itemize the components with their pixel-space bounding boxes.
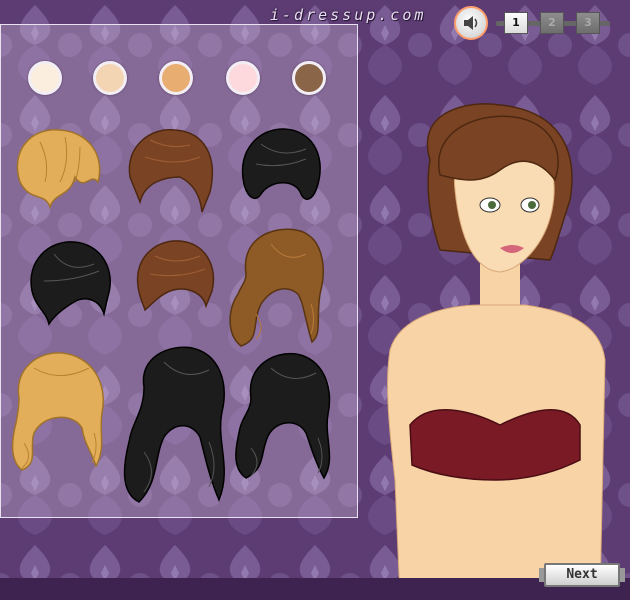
page-selector: 1 2 3 [496, 12, 610, 36]
bottom-strip [0, 578, 630, 600]
speaker-icon [464, 16, 478, 30]
skin-tone-swatch-4[interactable] [226, 61, 260, 95]
sound-toggle-button[interactable] [454, 6, 488, 40]
hair-style-option-4[interactable] [24, 236, 118, 326]
hair-style-option-8[interactable] [104, 342, 236, 508]
hair-style-option-5[interactable] [130, 236, 220, 312]
page-button-3[interactable]: 3 [576, 12, 600, 34]
page-button-2[interactable]: 2 [540, 12, 564, 34]
site-logo: i-dressup.com [270, 6, 427, 24]
doll-model [387, 103, 606, 600]
hair-style-option-2[interactable] [120, 122, 220, 217]
hair-style-option-7[interactable] [4, 348, 112, 476]
skin-tone-swatch-3[interactable] [159, 61, 193, 95]
next-button[interactable]: Next [539, 563, 625, 587]
skin-tone-swatch-5[interactable] [292, 61, 326, 95]
hair-style-option-1[interactable] [10, 122, 108, 214]
hair-style-option-6[interactable] [216, 224, 332, 350]
page-button-1[interactable]: 1 [504, 12, 528, 34]
hair-style-option-9[interactable] [226, 348, 338, 484]
skin-tone-swatch-1[interactable] [28, 61, 62, 95]
hair-style-option-3[interactable] [236, 124, 326, 208]
skin-tone-swatch-2[interactable] [93, 61, 127, 95]
